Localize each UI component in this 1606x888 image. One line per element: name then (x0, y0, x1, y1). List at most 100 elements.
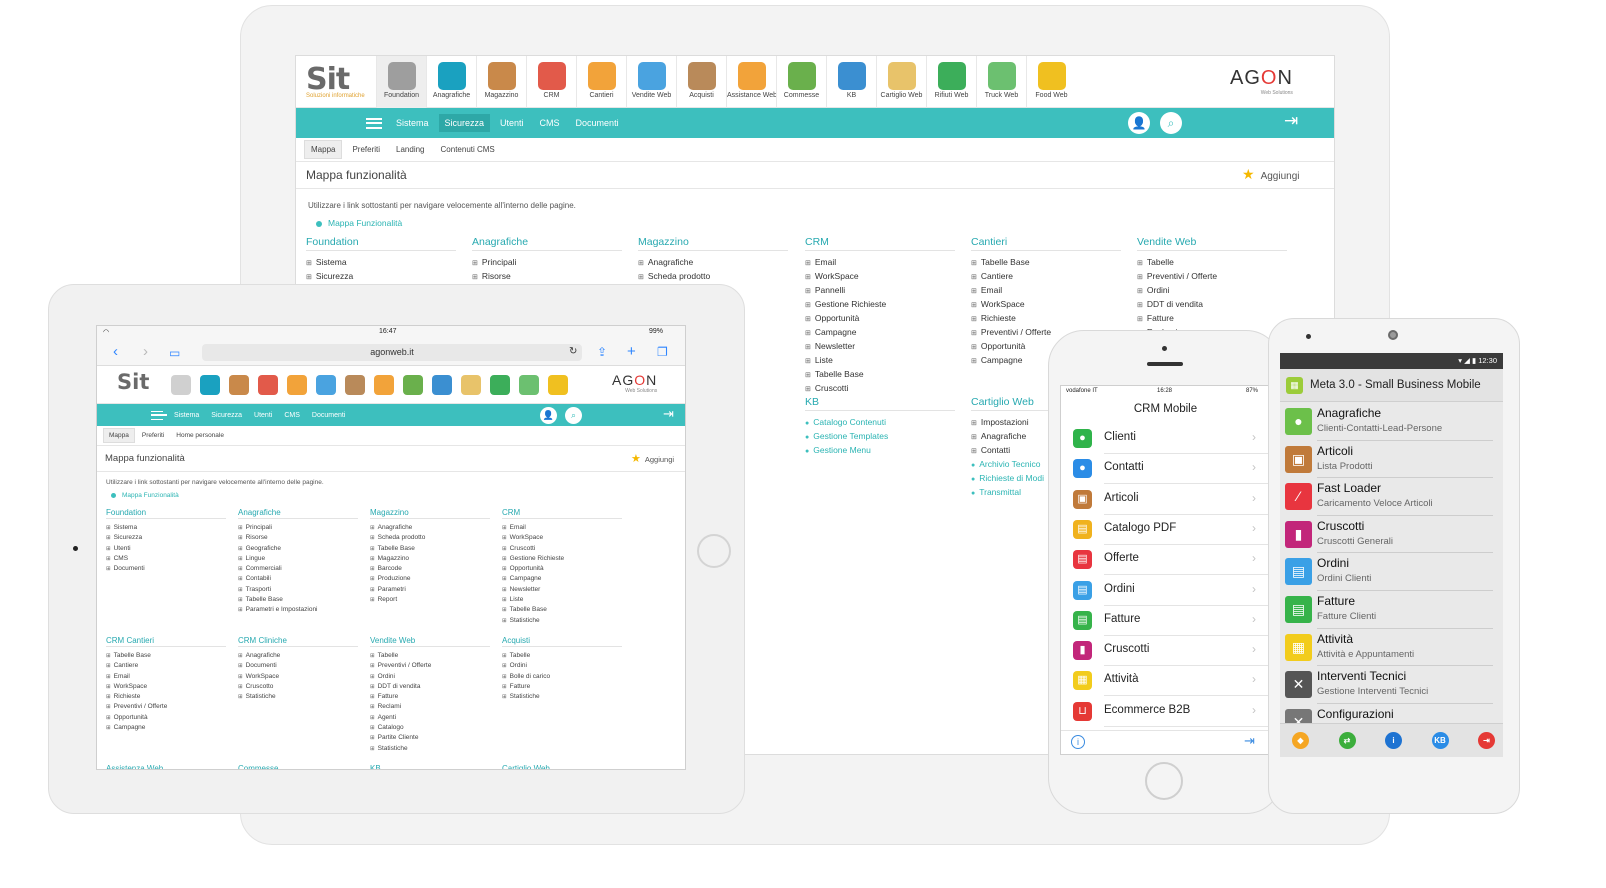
module-magazzino[interactable]: Magazzino (476, 56, 526, 108)
feature-item[interactable]: Campagne (106, 723, 226, 733)
feature-item[interactable]: Liste (502, 595, 622, 605)
feature-item[interactable]: Statistiche (370, 744, 490, 754)
feature-item[interactable]: Gestione Richieste (805, 298, 955, 312)
feature-item[interactable]: Tabelle (502, 651, 622, 661)
menu-item-utenti[interactable]: Utenti (249, 409, 277, 422)
feature-item[interactable]: WorkSpace (502, 533, 622, 543)
forward-icon[interactable]: › (143, 343, 148, 360)
menu-item-sistema[interactable]: Sistema (169, 409, 204, 422)
feature-item[interactable]: Catalogo (370, 723, 490, 733)
feature-item[interactable]: Ordini (1137, 284, 1287, 298)
search-icon[interactable]: ⌕ (565, 407, 582, 424)
tab-home-personale[interactable]: Home personale (171, 429, 229, 442)
feature-item[interactable]: Tabelle (370, 651, 490, 661)
tabs-icon[interactable]: ❐ (657, 345, 668, 359)
feature-item[interactable]: Partite Cliente (370, 733, 490, 743)
feature-group-title[interactable]: Anagrafiche (472, 236, 622, 251)
user-icon[interactable]: 👤 (1128, 112, 1150, 134)
tab-preferiti[interactable]: Preferiti (346, 141, 386, 158)
feature-item[interactable]: Opportunità (106, 713, 226, 723)
menu-item-sicurezza[interactable]: Sicurezza (206, 409, 247, 422)
feature-item[interactable]: Geografiche (238, 544, 358, 554)
feature-item[interactable]: Preventivi / Offerte (370, 661, 490, 671)
feature-item[interactable]: Sistema (306, 256, 456, 270)
feature-item[interactable]: Tabelle Base (106, 651, 226, 661)
list-item-interventi-tecnici[interactable]: ✕ Interventi Tecnici Gestione Interventi T… (1280, 666, 1503, 704)
list-item-attività[interactable]: ▦ Attività Attività e Appuntamenti (1280, 629, 1503, 667)
feature-group-title[interactable]: Commesse (238, 764, 358, 769)
feature-item[interactable]: Gestione Richieste (502, 554, 622, 564)
feature-item[interactable]: Email (502, 523, 622, 533)
feature-item[interactable]: Tabelle Base (370, 544, 490, 554)
list-item-clienti[interactable]: ● Clienti › (1061, 424, 1268, 454)
feature-item[interactable]: Catalogo Contenuti (805, 416, 955, 430)
list-item-ordini[interactable]: ▤ Ordini › (1061, 576, 1268, 606)
feature-item[interactable]: Richieste (971, 312, 1121, 326)
feature-item[interactable]: Statistiche (502, 692, 622, 702)
menu-item-utenti[interactable]: Utenti (494, 114, 530, 132)
feature-item[interactable]: Email (805, 256, 955, 270)
list-item-cruscotti[interactable]: ▮ Cruscotti › (1061, 636, 1268, 667)
feature-item[interactable]: Anagrafiche (370, 523, 490, 533)
feature-item[interactable]: Preventivi / Offerte (106, 702, 226, 712)
feature-item[interactable]: Newsletter (805, 340, 955, 354)
support-icon[interactable] (374, 375, 394, 395)
bag-icon[interactable] (345, 375, 365, 395)
feature-item[interactable]: CMS (106, 554, 226, 564)
module-crm[interactable]: CRM (526, 56, 576, 108)
feature-item[interactable]: Risorse (238, 533, 358, 543)
feature-item[interactable]: Fatture (502, 682, 622, 692)
list-item-attività[interactable]: ▦ Attività › (1061, 666, 1268, 697)
feature-item[interactable]: Documenti (238, 661, 358, 671)
feature-item[interactable]: Scheda prodotto (370, 533, 490, 543)
feature-group-title[interactable]: Assistenza Web (106, 764, 226, 769)
feature-item[interactable]: Ordini (370, 672, 490, 682)
list-item-cruscotti[interactable]: ▮ Cruscotti Cruscotti Generali (1280, 516, 1503, 554)
feature-item[interactable]: Fatture (370, 692, 490, 702)
feature-group-title[interactable]: CRM Cantieri (106, 636, 226, 647)
monitor-check-icon[interactable] (432, 375, 452, 395)
feature-item[interactable]: Statistiche (502, 616, 622, 626)
module-anagrafiche[interactable]: Anagrafiche (426, 56, 476, 108)
feature-group-title[interactable]: Acquisti (502, 636, 622, 647)
tab-landing[interactable]: Landing (390, 141, 430, 158)
clipboard-icon[interactable] (287, 375, 307, 395)
sync-icon[interactable]: ⇄ (1338, 732, 1356, 749)
feature-item[interactable]: Produzione (370, 574, 490, 584)
feature-group-title[interactable]: CRM Cliniche (238, 636, 358, 647)
list-item-articoli[interactable]: ▣ Articoli › (1061, 485, 1268, 515)
feature-item[interactable]: Report (370, 595, 490, 605)
list-item-ecommerce-b2b[interactable]: ⊔ Ecommerce B2B › (1061, 697, 1268, 727)
feature-item[interactable]: Cruscotto (238, 682, 358, 692)
feature-item[interactable]: Email (971, 284, 1121, 298)
feature-item[interactable]: Risorse (472, 270, 622, 284)
feature-item[interactable]: Magazzino (370, 554, 490, 564)
module-truck-web[interactable]: Truck Web (976, 56, 1026, 108)
feature-item[interactable]: Cantiere (971, 270, 1121, 284)
feature-group-title[interactable]: Vendite Web (370, 636, 490, 647)
feature-item[interactable]: Tabelle Base (805, 368, 955, 382)
feature-item[interactable]: Sicurezza (306, 270, 456, 284)
list-item-catalogo-pdf[interactable]: ▤ Catalogo PDF › (1061, 515, 1268, 545)
feature-item[interactable]: Gestione Menu (805, 444, 955, 458)
feature-item[interactable]: Newsletter (502, 585, 622, 595)
feature-item[interactable]: Cantiere (106, 661, 226, 671)
list-item-contatti[interactable]: ● Contatti › (1061, 454, 1268, 485)
feature-group-title[interactable]: CRM (805, 236, 955, 251)
feature-item[interactable]: Tabelle Base (502, 605, 622, 615)
feature-item[interactable]: Tabelle Base (238, 595, 358, 605)
feature-map-link[interactable]: Mappa Funzionalità (316, 218, 402, 228)
feature-map-link[interactable]: Mappa Funzionalità (111, 492, 179, 499)
document-icon[interactable] (461, 375, 481, 395)
feature-group-title[interactable]: Cantieri (971, 236, 1121, 251)
feature-item[interactable]: Documenti (106, 564, 226, 574)
module-assistance-web[interactable]: Assistance Web (726, 56, 777, 108)
module-acquisti[interactable]: Acquisti (676, 56, 726, 108)
list-item-fatture[interactable]: ▤ Fatture › (1061, 606, 1268, 636)
list-item-offerte[interactable]: ▤ Offerte › (1061, 545, 1268, 576)
list-item-ordini[interactable]: ▤ Ordini Ordini Clienti (1280, 553, 1503, 591)
list-item-fatture[interactable]: ▤ Fatture Fatture Clienti (1280, 591, 1503, 629)
box-icon[interactable] (229, 375, 249, 395)
tab-mappa[interactable]: Mappa (304, 140, 343, 159)
feature-group-title[interactable]: CRM (502, 508, 622, 519)
